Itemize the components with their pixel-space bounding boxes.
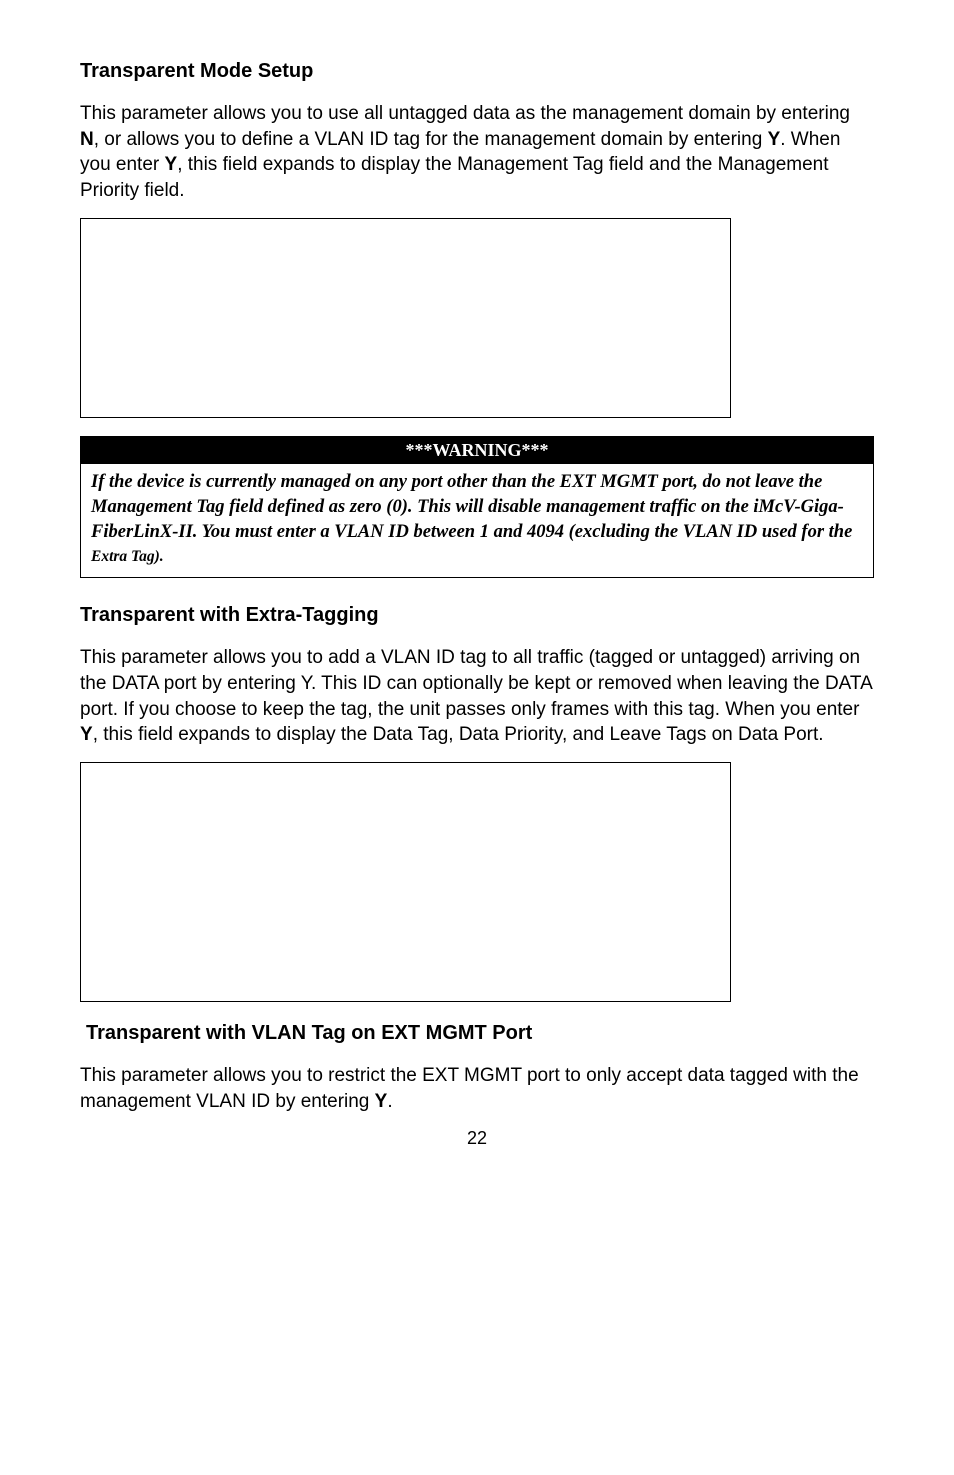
section2-heading: Transparent with Extra-Tagging xyxy=(80,604,874,627)
bold-y: Y xyxy=(80,724,93,745)
figure-box-2 xyxy=(80,762,731,1002)
section2-paragraph: This parameter allows you to add a VLAN … xyxy=(80,645,874,748)
section3-heading: Transparent with VLAN Tag on EXT MGMT Po… xyxy=(80,1022,874,1045)
page-number: 22 xyxy=(80,1128,874,1149)
bold-y: Y xyxy=(768,129,781,150)
bold-y: Y xyxy=(165,154,178,175)
text-fragment: . xyxy=(387,1091,392,1112)
text-fragment: This parameter allows you to use all unt… xyxy=(80,103,850,124)
warning-text-small: Extra Tag). xyxy=(91,548,164,565)
text-fragment: , this field expands to display the Mana… xyxy=(80,154,829,201)
warning-text: If the device is currently managed on an… xyxy=(91,472,852,542)
warning-header: ***WARNING*** xyxy=(81,437,873,464)
bold-y: Y xyxy=(375,1091,388,1112)
warning-box: ***WARNING*** If the device is currently… xyxy=(80,436,874,579)
text-fragment: This parameter allows you to add a VLAN … xyxy=(80,647,872,719)
warning-body: If the device is currently managed on an… xyxy=(81,464,873,578)
text-fragment: This parameter allows you to restrict th… xyxy=(80,1065,859,1112)
section1-paragraph: This parameter allows you to use all unt… xyxy=(80,101,874,204)
bold-n: N xyxy=(80,129,94,150)
text-fragment: , this field expands to display the Data… xyxy=(93,724,824,745)
section3-paragraph: This parameter allows you to restrict th… xyxy=(80,1063,874,1114)
section1-heading: Transparent Mode Setup xyxy=(80,60,874,83)
figure-box-1 xyxy=(80,218,731,418)
text-fragment: , or allows you to define a VLAN ID tag … xyxy=(94,129,768,150)
